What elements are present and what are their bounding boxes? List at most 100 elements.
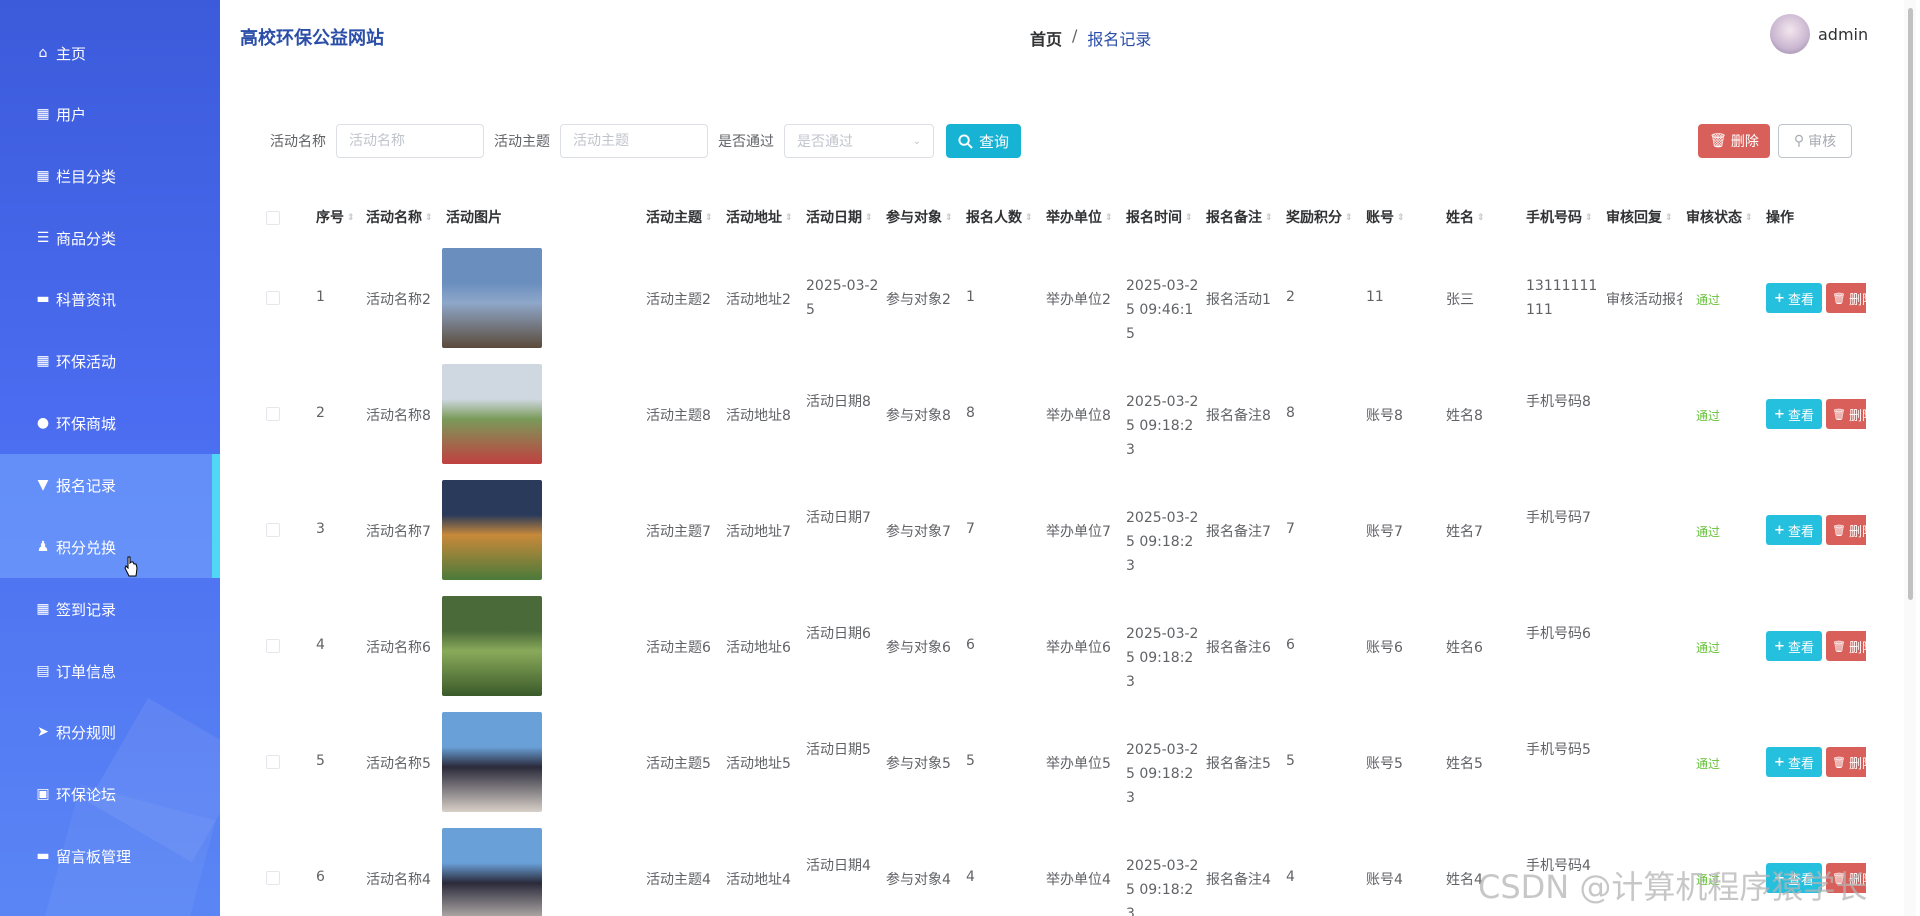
user-menu[interactable]: admin	[1770, 14, 1868, 54]
plus-icon: +	[1774, 638, 1785, 654]
sort-icon[interactable]: ⇕	[865, 213, 873, 223]
view-button[interactable]: + 查看	[1766, 631, 1822, 661]
activity-image[interactable]	[442, 596, 542, 696]
scrollbar-thumb[interactable]	[1908, 8, 1913, 600]
query-button[interactable]: 查询	[946, 124, 1022, 158]
sidebar-item[interactable]: ☰ 商品分类	[0, 207, 220, 269]
row-checkbox[interactable]	[266, 291, 280, 305]
sidebar-item[interactable]: ▦ 签到记录	[0, 578, 220, 640]
row-checkbox[interactable]	[266, 639, 280, 653]
row-delete-button[interactable]: 🗑删除	[1826, 515, 1866, 545]
list-icon: ☰	[36, 230, 50, 246]
sort-icon[interactable]: ⇕	[1345, 213, 1353, 223]
view-button[interactable]: + 查看	[1766, 399, 1822, 429]
sort-icon[interactable]: ⇕	[705, 213, 713, 223]
column-header-label: 审核回复	[1606, 210, 1662, 226]
row-checkbox[interactable]	[266, 871, 280, 885]
sort-icon[interactable]: ⇕	[945, 213, 953, 223]
sort-icon[interactable]: ⇕	[1585, 213, 1593, 223]
sidebar-item[interactable]: ▦ 环保活动	[0, 330, 220, 392]
breadcrumb-current: 报名记录	[1087, 30, 1152, 49]
row-delete-button[interactable]: 🗑删除	[1826, 399, 1866, 429]
sidebar-item[interactable]: ● 环保商城	[0, 392, 220, 454]
avatar[interactable]	[1770, 14, 1810, 54]
column-header[interactable]: 活动名称 ⇕	[366, 196, 433, 240]
sort-icon[interactable]: ⇕	[1665, 213, 1673, 223]
grid-icon: ▦	[36, 601, 50, 617]
sidebar-item-label: 环保活动	[56, 352, 117, 371]
sidebar-item[interactable]: ▦ 栏目分类	[0, 145, 220, 207]
column-header[interactable]: 活动日期 ⇕	[806, 196, 873, 240]
activity-image[interactable]	[442, 828, 542, 916]
activity-image[interactable]	[442, 248, 542, 348]
sort-icon[interactable]: ⇕	[1477, 213, 1485, 223]
batch-delete-button[interactable]: 🗑 删除	[1698, 124, 1770, 158]
column-header[interactable]: 奖励积分 ⇕	[1286, 196, 1353, 240]
column-header[interactable]: 活动地址 ⇕	[726, 196, 793, 240]
sidebar-item[interactable]: ▼ 报名记录	[0, 454, 220, 516]
sidebar-item[interactable]: ▤ 订单信息	[0, 640, 220, 702]
column-header[interactable]: 报名时间 ⇕	[1126, 196, 1193, 240]
view-button[interactable]: + 查看	[1766, 747, 1822, 777]
scrollbar[interactable]	[1904, 0, 1916, 916]
sort-icon[interactable]: ⇕	[1185, 213, 1193, 223]
column-header[interactable]: 报名人数 ⇕	[966, 196, 1033, 240]
sort-icon[interactable]: ⇕	[1397, 213, 1405, 223]
view-button[interactable]: + 查看	[1766, 515, 1822, 545]
column-header[interactable]: 账号 ⇕	[1366, 196, 1405, 240]
column-header-label: 审核状态	[1686, 210, 1742, 226]
cell-time: 2025-03-25 09:18:23	[1126, 394, 1199, 458]
column-header[interactable]: 举办单位 ⇕	[1046, 196, 1113, 240]
column-header[interactable]: 序号 ⇕	[316, 196, 355, 240]
sidebar-item[interactable]: ▬ 留言板管理	[0, 825, 220, 887]
sidebar-item[interactable]: ▬ 科普资讯	[0, 268, 220, 330]
column-header[interactable]: 报名备注 ⇕	[1206, 196, 1273, 240]
sidebar-item[interactable]: ▣ 环保论坛	[0, 763, 220, 825]
activity-name-input[interactable]	[336, 124, 484, 158]
row-checkbox[interactable]	[266, 755, 280, 769]
sort-icon[interactable]: ⇕	[425, 213, 433, 223]
table-icon: ▤	[36, 663, 50, 679]
breadcrumb-home[interactable]: 首页	[1030, 26, 1062, 50]
row-checkbox[interactable]	[266, 523, 280, 537]
sidebar-item[interactable]: ♟ 积分兑换	[0, 516, 220, 578]
table-row: 1 活动名称2 活动主题2 活动地址2 2025-03-25 参与对象2 1 举办单位2 202…	[258, 240, 1866, 356]
column-header[interactable]: 活动主题 ⇕	[646, 196, 713, 240]
cell-account: 11	[1366, 289, 1384, 305]
column-header[interactable]: 审核状态 ⇕	[1686, 196, 1753, 240]
username[interactable]: admin	[1818, 25, 1868, 44]
user-icon: ♟	[36, 539, 50, 555]
activity-theme-input[interactable]	[560, 124, 708, 158]
view-button[interactable]: + 查看	[1766, 283, 1822, 313]
activity-image[interactable]	[442, 712, 542, 812]
activity-image[interactable]	[442, 480, 542, 580]
select-all-checkbox[interactable]	[266, 211, 280, 225]
column-header-label: 活动日期	[806, 210, 862, 226]
column-header[interactable]: 审核回复 ⇕	[1606, 196, 1673, 240]
column-header[interactable]: 活动图片	[446, 196, 502, 240]
row-delete-button[interactable]: 🗑删除	[1826, 747, 1866, 777]
sort-icon[interactable]: ⇕	[1265, 213, 1273, 223]
activity-image[interactable]	[442, 364, 542, 464]
cell-points: 2	[1286, 289, 1295, 305]
sidebar-item[interactable]: ▦ 用户	[0, 83, 220, 145]
row-delete-button[interactable]: 🗑删除	[1826, 631, 1866, 661]
pass-status-select[interactable]: 是否通过 ⌄	[784, 124, 934, 158]
sidebar-item[interactable]: ⌂ 主页	[0, 22, 220, 84]
column-header[interactable]: 操作	[1766, 196, 1794, 240]
sidebar-item[interactable]: ➤ 积分规则	[0, 701, 220, 763]
row-delete-button[interactable]: 🗑删除	[1826, 283, 1866, 313]
column-header[interactable]: 姓名 ⇕	[1446, 196, 1485, 240]
trash-icon: 🗑	[1832, 755, 1846, 769]
column-header[interactable]: 手机号码 ⇕	[1526, 196, 1593, 240]
sort-icon[interactable]: ⇕	[785, 213, 793, 223]
row-checkbox[interactable]	[266, 407, 280, 421]
sort-icon[interactable]: ⇕	[1105, 213, 1113, 223]
sort-icon[interactable]: ⇕	[1745, 213, 1753, 223]
grid-icon: ▦	[36, 106, 50, 122]
column-header-label: 举办单位	[1046, 210, 1102, 226]
column-header[interactable]: 参与对象 ⇕	[886, 196, 953, 240]
sort-icon[interactable]: ⇕	[1025, 213, 1033, 223]
audit-button[interactable]: ⚲ 审核	[1778, 124, 1852, 158]
sort-icon[interactable]: ⇕	[347, 213, 355, 223]
